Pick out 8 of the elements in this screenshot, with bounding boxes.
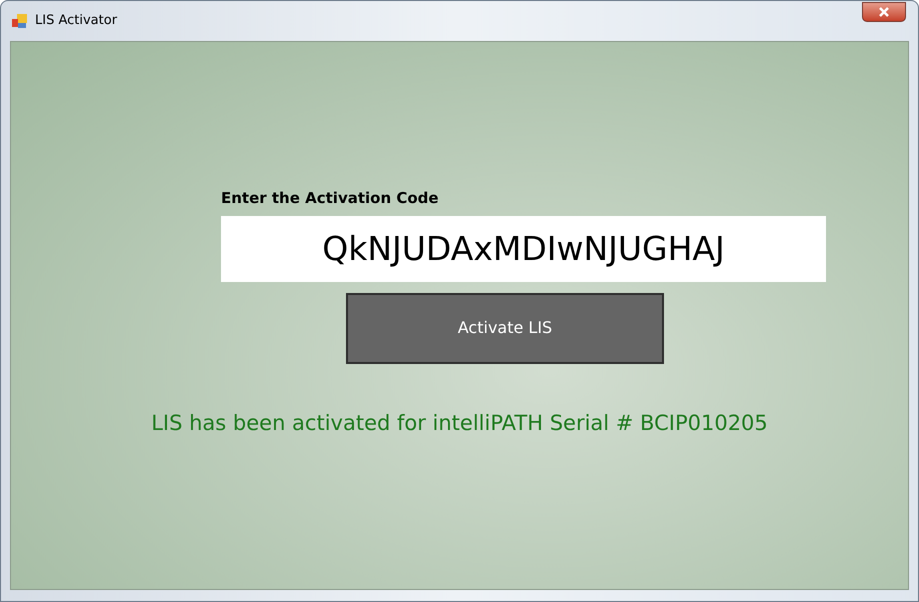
activation-code-field[interactable]: QkNJUDAxMDIwNJUGHAJ [221, 216, 826, 282]
app-icon [11, 13, 29, 29]
window-title: LIS Activator [35, 12, 118, 30]
close-icon [879, 7, 889, 17]
status-message: LIS has been activated for intelliPATH Serial # BCIP010205 [150, 410, 769, 436]
activate-button[interactable]: Activate LIS [346, 292, 664, 364]
code-label: Enter the Activation Code [221, 188, 440, 209]
close-button[interactable] [862, 2, 906, 22]
